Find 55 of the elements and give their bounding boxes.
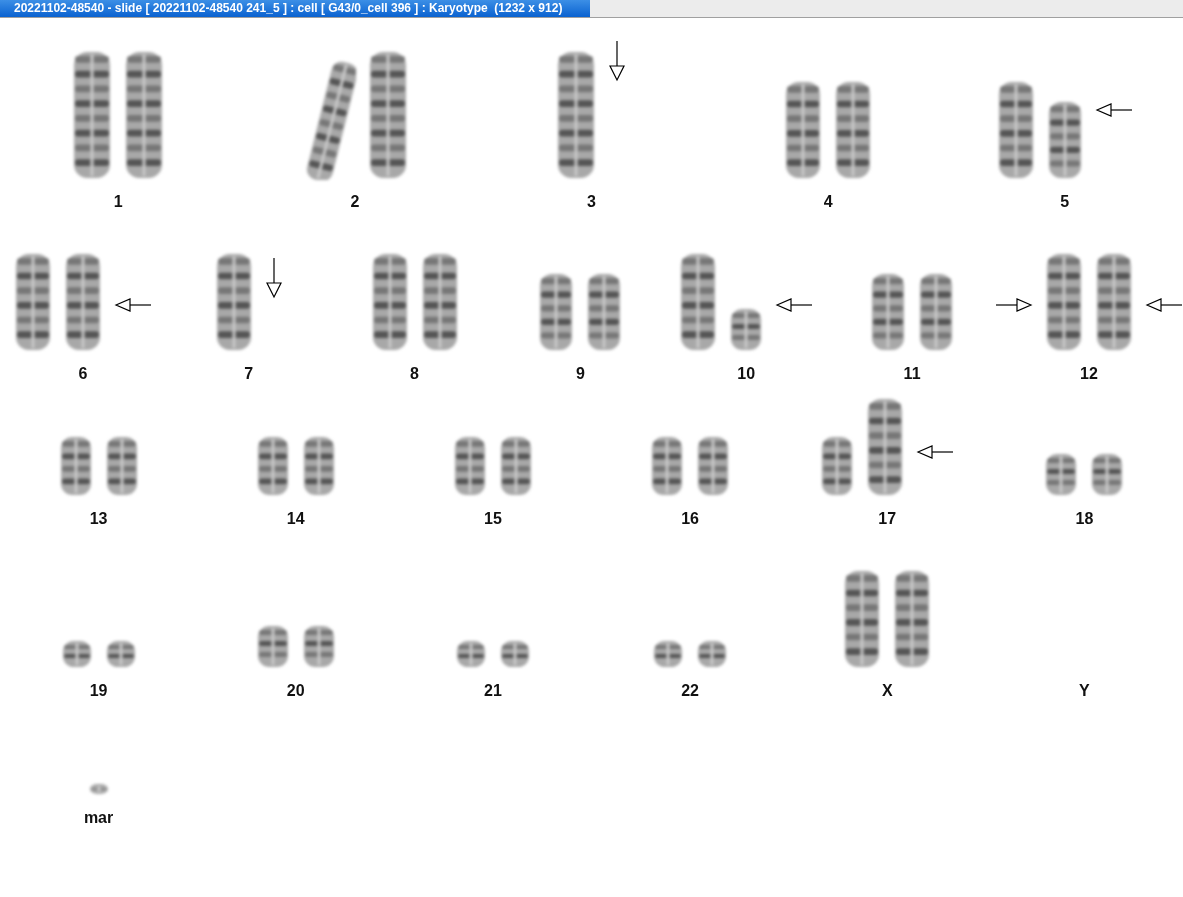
chromosome-drawing [257,437,288,495]
window-title: 20221102-48540 - slide [ 20221102-48540 241_5 ] : cell [ G43/0_cell 396 ] : Karyotype (1232 x 912) [0,0,590,17]
arrow-icon [775,297,813,312]
chromosome-number: 9 [575,364,585,384]
chromosome-drawing [500,437,531,495]
arrow-icon [995,297,1033,312]
chromosome-number: 3 [587,192,596,212]
chromosome-drawing [303,626,334,667]
chromosome-number: 7 [244,364,254,384]
arrow-icon [916,445,954,459]
chromosome-number: 2 [350,192,360,212]
arrow-icon [1145,297,1183,312]
chromosome-number: 6 [78,364,88,384]
chromosome-drawing [454,437,485,495]
chromosome-drawing [652,437,683,495]
chromosome-drawing [654,641,683,667]
chromosome-drawing [500,641,529,667]
chromosome-number: 5 [1060,192,1070,212]
chromosome-number: 8 [410,364,419,384]
chromosome-number: 16 [681,509,699,529]
chromosome-number: 13 [89,509,108,529]
chromosome-drawing [106,437,137,495]
chromosome-number: mar [83,808,114,828]
chromosome-number: 21 [484,681,502,701]
chromosome-drawing [1092,454,1123,495]
chromosome-number: 19 [89,681,108,701]
chromosome-number: 10 [737,364,756,384]
chromosome-drawing [257,626,288,667]
arrow-icon [1095,103,1133,117]
chromosome-drawing [698,437,729,495]
chromosome-number: 15 [484,509,502,529]
chromosome-number: 22 [681,681,699,701]
chromosome-number: 1 [113,192,123,212]
arrow-icon [114,297,152,312]
chromosome-drawing [60,437,91,495]
chromosome-number: Y [1079,681,1090,701]
chromosome-number: 11 [903,364,921,384]
chromosome-number: 4 [823,192,833,212]
chromosome-number: 12 [1080,364,1098,384]
chromosome-drawing [456,641,485,667]
chromosome-number: 17 [878,509,897,529]
chromosome-drawing [1046,454,1077,495]
chromosome-drawing [106,641,135,667]
chromosome-number: X [881,681,893,701]
chromosome-drawing [822,437,853,495]
chromosome-drawing [89,784,108,794]
chromosome-drawing [62,641,91,667]
chromosome-drawing [303,437,334,495]
chromosome-drawing [731,309,762,350]
chromosome-number: 18 [1075,509,1094,529]
chromosome-drawing [698,641,727,667]
arrow-icon [609,40,626,82]
chromosome-number: 14 [286,509,305,529]
chromosome-number: 20 [286,681,305,701]
arrow-icon [265,257,282,299]
